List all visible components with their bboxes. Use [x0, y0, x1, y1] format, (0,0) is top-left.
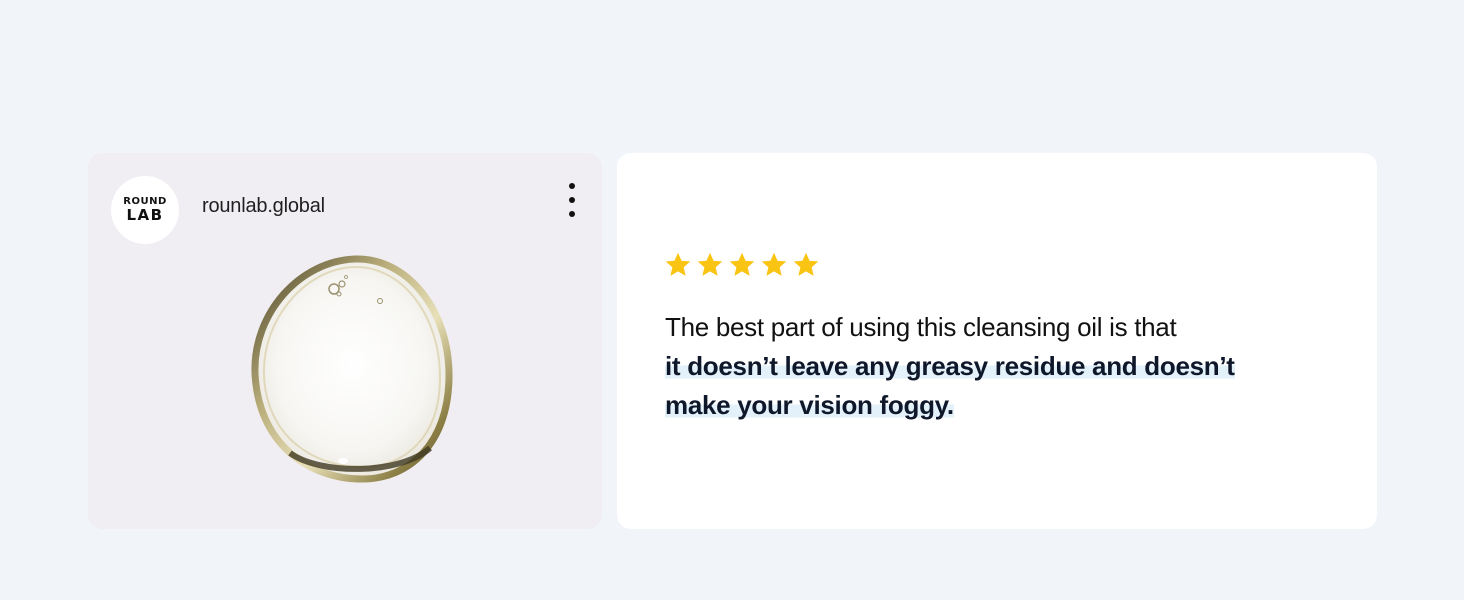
more-dot [569, 211, 575, 217]
star-icon [793, 252, 819, 276]
review-text: The best part of using this cleansing oi… [665, 308, 1305, 425]
star-icon [665, 252, 691, 276]
page: ROUND LAB rounlab.global The best part o… [0, 0, 1464, 600]
star-icon [697, 252, 723, 276]
star-rating [663, 250, 821, 280]
more-dot [569, 197, 575, 203]
more-dot [569, 183, 575, 189]
star-icon [729, 252, 755, 276]
avatar[interactable]: ROUND LAB [111, 176, 179, 244]
account-name[interactable]: rounlab.global [202, 195, 325, 218]
post-card: ROUND LAB rounlab.global [88, 153, 602, 529]
review-text-highlight: it doesn’t leave any greasy residue and … [665, 351, 1235, 420]
more-options-icon[interactable] [560, 181, 584, 219]
review-text-plain: The best part of using this cleansing oi… [665, 312, 1177, 342]
star-icon [761, 252, 787, 276]
review-card: The best part of using this cleansing oi… [617, 153, 1377, 529]
brand-logo-bottom: LAB [126, 206, 164, 224]
oil-drop-image [251, 255, 453, 483]
